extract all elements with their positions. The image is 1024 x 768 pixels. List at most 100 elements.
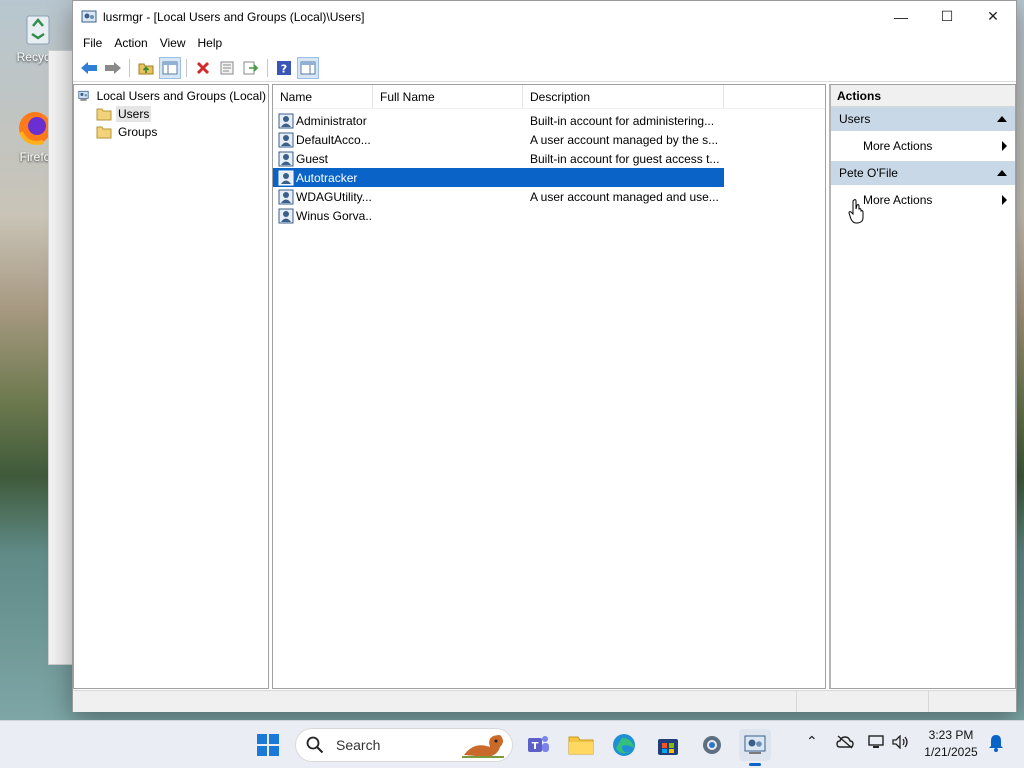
help-button[interactable]: ? xyxy=(273,57,295,79)
properties-button[interactable] xyxy=(216,57,238,79)
user-row-winus-gorva[interactable]: Winus Gorva... xyxy=(273,206,724,225)
actions-section-selected-user[interactable]: Pete O'File xyxy=(831,161,1015,185)
clock-time: 3:23 PM xyxy=(928,728,974,742)
help-icon: ? xyxy=(277,60,291,75)
close-button[interactable]: ✕ xyxy=(970,1,1016,32)
list-header: Name Full Name Description xyxy=(273,84,825,109)
taskbar-settings[interactable] xyxy=(696,729,728,761)
user-row-autotracker[interactable]: Autotracker xyxy=(273,168,724,187)
tree-item-root[interactable]: Local Users and Groups (Local) xyxy=(74,87,268,105)
user-description: A user account managed by the s... xyxy=(530,132,719,147)
network-status[interactable] xyxy=(868,735,886,752)
toolbar-separator xyxy=(186,58,187,77)
user-row-administrator[interactable]: Administrator Built-in account for admin… xyxy=(273,111,724,130)
delete-button[interactable] xyxy=(192,57,214,79)
gear-icon xyxy=(703,736,721,754)
windows-start-icon xyxy=(257,734,279,756)
menu-help[interactable]: Help xyxy=(192,32,229,54)
taskbar-store[interactable] xyxy=(652,729,684,761)
folder-icon xyxy=(96,126,112,139)
svg-text:?: ? xyxy=(281,62,287,75)
menu-file[interactable]: File xyxy=(77,32,108,54)
folder-icon xyxy=(96,108,112,121)
minimize-button[interactable]: — xyxy=(878,1,924,32)
export-list-icon xyxy=(243,61,259,74)
cloud-offline-icon xyxy=(836,735,854,749)
clock-date: 1/21/2025 xyxy=(924,745,978,759)
close-icon: ✕ xyxy=(987,8,999,24)
volume-status[interactable] xyxy=(892,734,910,752)
action-label: More Actions xyxy=(863,193,933,207)
menu-action[interactable]: Action xyxy=(108,32,153,54)
user-account-icon xyxy=(278,170,294,185)
network-icon xyxy=(868,735,884,748)
active-app-indicator xyxy=(749,763,761,766)
more-actions-users[interactable]: More Actions xyxy=(831,131,1015,161)
forward-button[interactable] xyxy=(102,57,124,79)
column-header-name[interactable]: Name xyxy=(273,84,373,109)
user-row-wdagutility[interactable]: WDAGUtility... A user account managed an… xyxy=(273,187,724,206)
properties-icon xyxy=(220,61,234,74)
user-row-defaultaccount[interactable]: DefaultAcco... A user account managed by… xyxy=(273,130,724,149)
user-description: A user account managed and use... xyxy=(530,189,719,204)
start-button[interactable] xyxy=(252,729,284,761)
tree-item-label: Users xyxy=(116,106,152,122)
maximize-button[interactable]: ☐ xyxy=(924,1,970,32)
search-placeholder: Search xyxy=(336,737,381,753)
collapse-icon xyxy=(997,170,1007,176)
user-name: Administrator xyxy=(296,113,367,128)
tree-item-label: Local Users and Groups (Local) xyxy=(96,89,266,103)
export-list-button[interactable] xyxy=(240,57,262,79)
hand-cursor-icon xyxy=(848,199,864,224)
actions-header: Actions xyxy=(831,85,1015,107)
users-app-icon xyxy=(744,735,766,754)
user-account-icon xyxy=(278,151,294,166)
column-header-description[interactable]: Description xyxy=(523,84,724,109)
taskbar-lusrmgr[interactable] xyxy=(739,729,771,766)
show-hide-action-pane-icon xyxy=(300,61,316,74)
recycle-bin-icon xyxy=(18,8,58,48)
title-bar[interactable]: lusrmgr - [Local Users and Groups (Local… xyxy=(73,1,1016,32)
notifications-button[interactable] xyxy=(988,734,1004,755)
show-hide-action-pane-button[interactable] xyxy=(297,56,319,79)
taskbar-file-explorer[interactable] xyxy=(565,729,597,761)
onedrive-status[interactable] xyxy=(836,735,854,752)
back-icon xyxy=(81,61,97,74)
folder-icon xyxy=(568,736,594,755)
user-name: Autotracker xyxy=(296,170,358,185)
tree-item-users[interactable]: Users xyxy=(74,105,268,123)
taskbar-edge[interactable] xyxy=(608,729,640,761)
menu-view[interactable]: View xyxy=(154,32,192,54)
back-button[interactable] xyxy=(78,57,100,79)
actions-pane: Actions Users More Actions Pete O'File M… xyxy=(829,84,1016,689)
actions-section-title: Pete O'File xyxy=(839,166,898,180)
toolbar-separator xyxy=(267,58,268,77)
minimize-icon: — xyxy=(894,8,908,25)
tree-item-groups[interactable]: Groups xyxy=(74,123,268,141)
tree-item-label: Groups xyxy=(118,125,158,139)
user-description: Built-in account for administering... xyxy=(530,113,715,128)
forward-icon xyxy=(105,61,121,74)
menu-bar: File Action View Help xyxy=(73,32,1016,54)
teams-icon: T xyxy=(528,736,549,752)
taskbar-clock[interactable]: 3:23 PM 1/21/2025 xyxy=(916,727,986,761)
show-hide-tree-button[interactable] xyxy=(159,56,181,79)
user-row-guest[interactable]: Guest Built-in account for guest access … xyxy=(273,149,724,168)
status-bar xyxy=(73,690,1016,712)
show-hidden-icons-button[interactable]: ⌃ xyxy=(806,733,818,750)
speaker-icon xyxy=(892,734,908,750)
user-account-icon xyxy=(278,113,294,128)
microsoft-store-icon xyxy=(658,739,678,755)
up-one-level-button[interactable] xyxy=(135,57,157,79)
taskbar-search[interactable]: Search xyxy=(295,728,513,762)
actions-section-users[interactable]: Users xyxy=(831,107,1015,131)
column-header-full-name[interactable]: Full Name xyxy=(373,84,523,109)
user-name: Guest xyxy=(296,151,329,166)
actions-section-title: Users xyxy=(839,112,871,126)
user-name: DefaultAcco... xyxy=(296,132,371,147)
console-tree: Local Users and Groups (Local) Users Gro… xyxy=(73,84,269,689)
chevron-up-icon: ⌃ xyxy=(806,733,818,749)
bell-icon xyxy=(989,735,1003,752)
toolbar: ? xyxy=(73,54,1016,82)
taskbar-teams[interactable]: T xyxy=(522,729,554,761)
